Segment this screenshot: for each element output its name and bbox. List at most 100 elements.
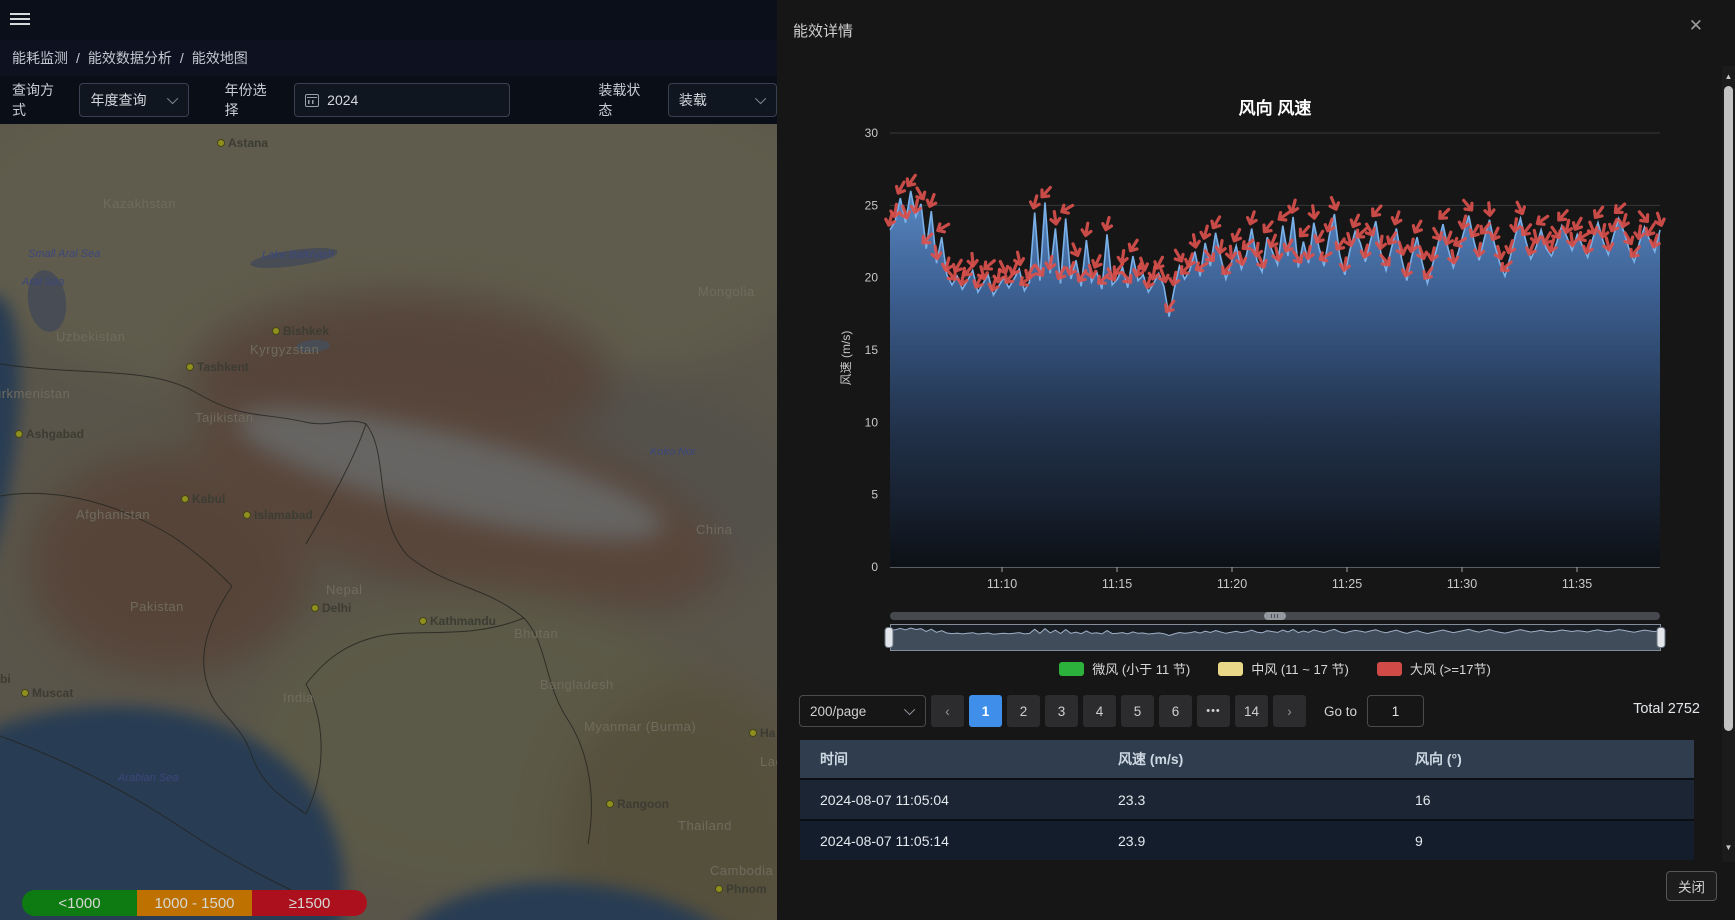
legend-item[interactable]: 大风 (>=17节): [1377, 659, 1491, 678]
load-state-select[interactable]: 装载: [668, 83, 777, 117]
chart-legend: 微风 (小于 11 节) 中风 (11 ~ 17 节) 大风 (>=17节): [890, 659, 1660, 678]
dialog-scrollbar[interactable]: ▲ ▼: [1722, 66, 1735, 862]
pagination: 200/page ‹ 123456•••14 › Go to: [799, 695, 1703, 727]
map-legend-segment: <1000: [22, 890, 137, 916]
svg-text:11:25: 11:25: [1332, 577, 1362, 591]
table-row[interactable]: 2024-08-07 11:05:1423.99: [800, 819, 1694, 860]
filter-bar: 查询方式 年度查询 年份选择 2024 装载状态 装载: [0, 76, 777, 124]
query-mode-value: 年度查询: [90, 90, 146, 110]
map-label-urkmenistan: urkmenistan: [0, 386, 70, 401]
scrollbar-down-arrow[interactable]: ▼: [1723, 841, 1734, 853]
scrollbar-up-arrow[interactable]: ▲: [1723, 70, 1734, 82]
svg-text:11:20: 11:20: [1217, 577, 1247, 591]
table-cell: 16: [1395, 780, 1694, 819]
svg-text:0: 0: [871, 560, 878, 574]
table-cell: 2024-08-07 11:05:14: [800, 821, 1098, 860]
page-button-3[interactable]: 3: [1045, 695, 1078, 727]
legend-item[interactable]: 微风 (小于 11 节): [1059, 659, 1190, 678]
page-size-value: 200/page: [810, 704, 866, 719]
map-label-cambodia: Cambodia: [710, 863, 773, 878]
city-label-rangoon: Rangoon: [617, 797, 669, 811]
table-cell: 23.3: [1098, 780, 1395, 819]
city-label-ashgabad: Ashgabad: [26, 427, 84, 441]
year-value: 2024: [327, 92, 358, 108]
table-cell: 2024-08-07 11:05:04: [800, 780, 1098, 819]
breadcrumb-item[interactable]: 能效地图: [192, 48, 248, 68]
table-row[interactable]: 2024-08-07 11:05:0423.316: [800, 778, 1694, 819]
svg-text:11:30: 11:30: [1447, 577, 1477, 591]
table-header: 时间风速 (m/s)风向 (°): [800, 740, 1694, 778]
table-header-cell: 时间: [800, 740, 1098, 778]
calendar-icon: [305, 94, 319, 107]
breadcrumb-separator: /: [76, 50, 80, 66]
year-date-input[interactable]: 2024: [294, 83, 510, 117]
top-navbar: [0, 0, 777, 40]
table-header-cell: 风速 (m/s): [1098, 740, 1395, 778]
map-label-laos: Laos: [760, 754, 777, 769]
city-label-islamabad: Islamabad: [254, 508, 313, 522]
svg-text:风速 (m/s): 风速 (m/s): [839, 331, 853, 386]
wind-speed-chart[interactable]: 05101520253011:1011:1511:2011:2511:3011:…: [777, 115, 1735, 595]
breadcrumb-item[interactable]: 能效数据分析: [88, 48, 172, 68]
terrain-map[interactable]: AstanaKazakhstanSmall Aral SeaLake Balkh…: [0, 124, 777, 920]
city-label-phnom: Phnom: [726, 882, 767, 896]
table-header-cell: 风向 (°): [1395, 740, 1694, 778]
map-label-arabian-sea: Arabian Sea: [118, 772, 179, 784]
map-label-tajikistan: Tajikistan: [195, 410, 253, 425]
page-button-14[interactable]: 14: [1235, 695, 1268, 727]
map-label-bangladesh: Bangladesh: [540, 677, 614, 692]
page-button-5[interactable]: 5: [1121, 695, 1154, 727]
city-label-astana: Astana: [228, 136, 268, 150]
datazoom-scroll-thumb[interactable]: [1264, 612, 1286, 620]
page-button-6[interactable]: 6: [1159, 695, 1192, 727]
page-button-2[interactable]: 2: [1007, 695, 1040, 727]
total-count: Total 2752: [1633, 701, 1700, 717]
breadcrumb-item[interactable]: 能耗监测: [12, 48, 68, 68]
dialog-close-icon[interactable]: ✕: [1689, 16, 1703, 36]
legend-label: 微风 (小于 11 节): [1092, 659, 1190, 678]
map-legend-segment: ≥1500: [252, 890, 367, 916]
page-button-1[interactable]: 1: [969, 695, 1002, 727]
svg-text:5: 5: [871, 488, 878, 502]
city-label-kabul: Kabul: [192, 492, 225, 506]
svg-text:11:10: 11:10: [987, 577, 1017, 591]
page-button-4[interactable]: 4: [1083, 695, 1116, 727]
legend-label: 大风 (>=17节): [1410, 659, 1491, 678]
map-label-koko-nor: Koko Nor: [650, 446, 696, 458]
map-label-china: China: [696, 522, 732, 537]
svg-text:20: 20: [865, 271, 879, 285]
dialog-title: 能效详情: [793, 20, 853, 41]
map-color-legend: <10001000 - 1500≥1500: [22, 890, 367, 916]
chevron-down-icon: [167, 93, 178, 104]
page-size-select[interactable]: 200/page: [799, 695, 926, 727]
scrollbar-thumb[interactable]: [1724, 86, 1733, 731]
chevron-down-icon: [904, 704, 915, 715]
next-page-button[interactable]: ›: [1273, 695, 1306, 727]
query-mode-label: 查询方式: [12, 80, 67, 120]
map-label-thailand: Thailand: [678, 818, 732, 833]
map-label-afghanistan: Afghanistan: [76, 507, 150, 522]
close-button[interactable]: 关闭: [1666, 871, 1717, 901]
prev-page-button[interactable]: ‹: [931, 695, 964, 727]
datazoom-scrollbar[interactable]: [890, 612, 1660, 620]
city-label-muscat: Muscat: [32, 686, 73, 700]
legend-item[interactable]: 中风 (11 ~ 17 节): [1218, 659, 1349, 678]
map-label-uzbekistan: Uzbekistan: [56, 329, 125, 344]
menu-hamburger-icon[interactable]: [10, 13, 30, 27]
map-label-small-aral-sea: Small Aral Sea: [28, 248, 100, 260]
query-mode-select[interactable]: 年度查询: [79, 83, 188, 117]
goto-page-input[interactable]: [1367, 695, 1424, 727]
legend-swatch: [1377, 662, 1402, 676]
map-legend-segment: 1000 - 1500: [137, 890, 252, 916]
map-label-bhutan: Bhutan: [514, 626, 558, 641]
datazoom-slider[interactable]: [882, 620, 1670, 656]
more-pages-button[interactable]: •••: [1197, 695, 1230, 727]
map-label-aral-sea: Aral Sea: [22, 276, 64, 288]
city-label-delhi: Delhi: [322, 601, 351, 615]
city-label-bishkek: Bishkek: [283, 324, 329, 338]
year-label: 年份选择: [225, 80, 280, 120]
table-cell: 23.9: [1098, 821, 1395, 860]
breadcrumb: 能耗监测/能效数据分析/能效地图: [0, 40, 777, 76]
map-label-bi: bi: [0, 672, 11, 686]
city-label-ha: Ha: [760, 726, 775, 740]
